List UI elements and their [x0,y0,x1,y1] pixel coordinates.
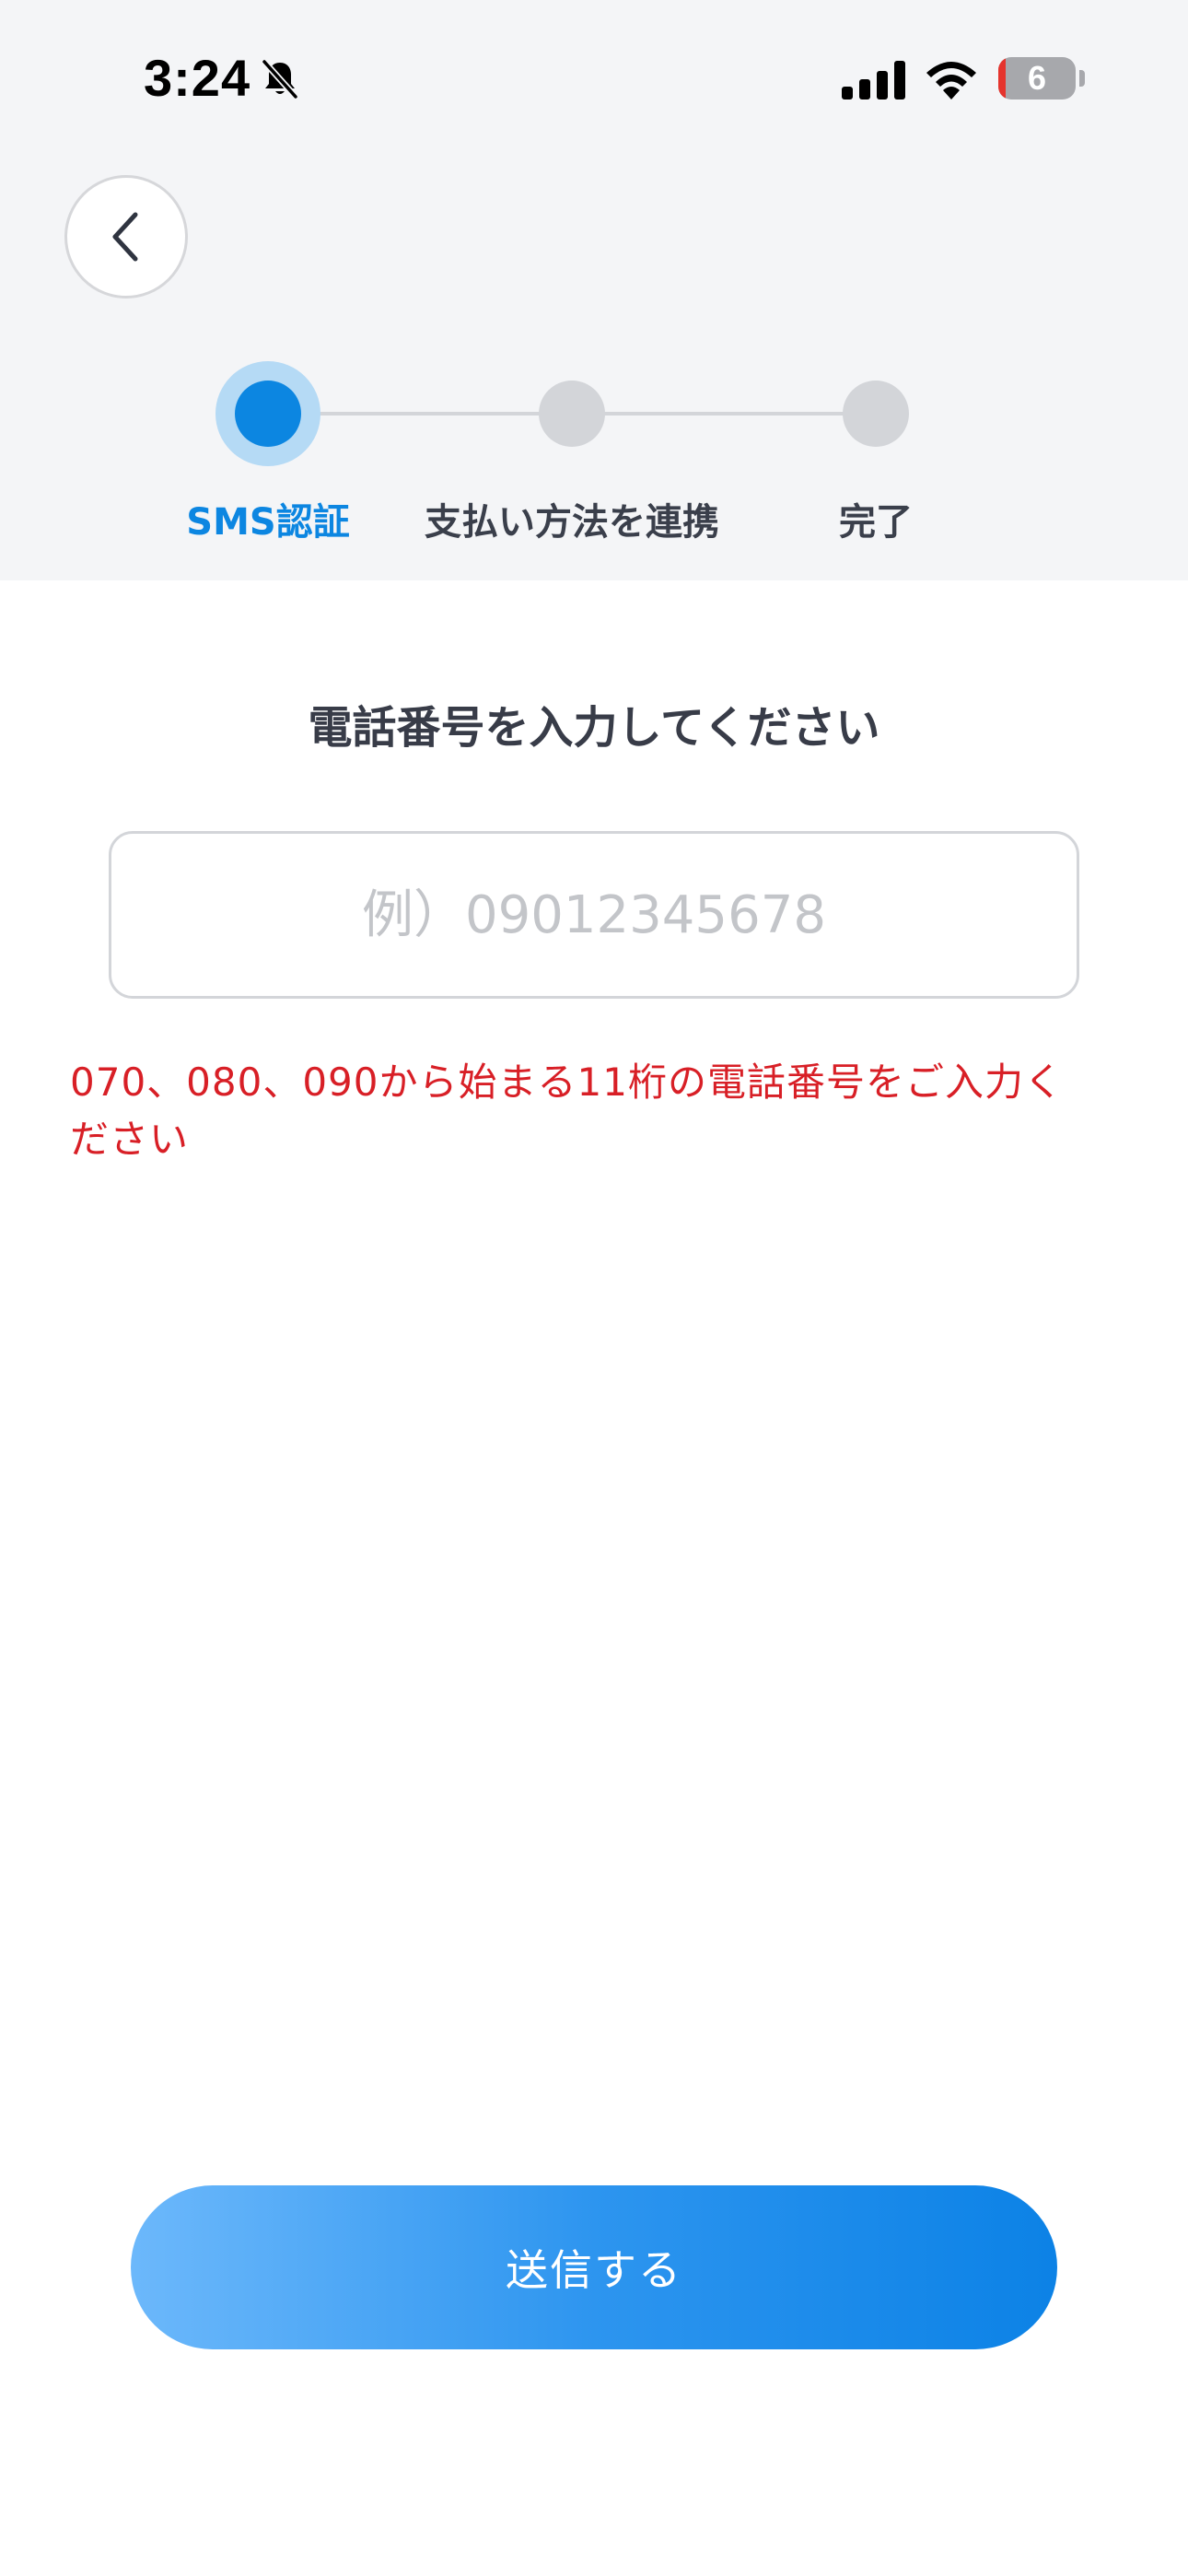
chevron-left-icon [112,212,138,262]
step-3-dot [843,381,909,447]
back-button[interactable] [64,175,188,299]
header-area: 3:24 6 SMS認証 支払い方法を連携 完了 [0,0,1188,580]
step-label-complete: 完了 [839,501,913,544]
cellular-signal-icon [842,61,905,100]
page-title: 電話番号を入力してください [308,702,880,754]
phone-number-input[interactable] [109,831,1079,999]
battery-icon: 6 [998,57,1076,100]
bell-slash-icon [262,59,298,100]
status-time: 3:24 [144,49,251,107]
step-label-sms-verification: SMS認証 [186,501,350,544]
step-label-link-payment: 支払い方法を連携 [425,501,719,544]
step-2-dot [539,381,605,447]
submit-button[interactable]: 送信する [131,2185,1057,2349]
error-message: 070、080、090から始まる11桁の電話番号をご入力ください [70,1060,1064,1162]
step-1-dot [235,381,301,447]
battery-cap [1079,70,1085,87]
battery-level-label: 6 [1027,59,1047,97]
wifi-icon [926,62,976,100]
step-connector-2 [572,412,876,416]
